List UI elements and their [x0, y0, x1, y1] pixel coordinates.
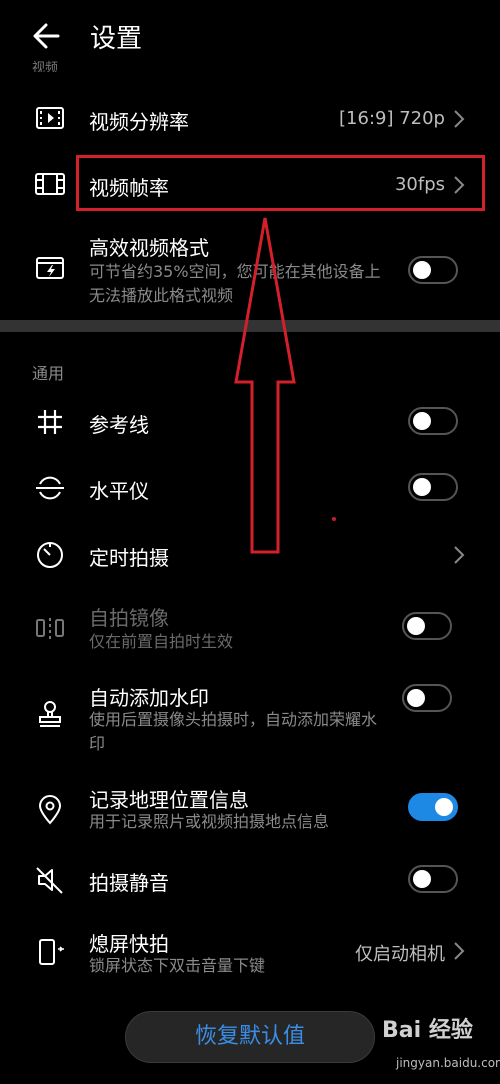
baidu-logo-icon: Bai 经验 [382, 1018, 473, 1043]
selfie-mirror-label: 自拍镜像 [89, 606, 169, 630]
level-icon [32, 470, 68, 506]
location-description: 用于记录照片或视频拍摄地点信息 [89, 812, 330, 831]
stamp-icon [32, 696, 68, 732]
restore-defaults-button[interactable]: 恢复默认值 [125, 1011, 375, 1063]
mirror-icon [32, 610, 68, 646]
grid-icon [32, 404, 68, 440]
setting-row-video-resolution[interactable]: 视频分辨率 [16:9] 720p [0, 92, 500, 144]
location-label: 记录地理位置信息 [89, 788, 249, 812]
video-resolution-label: 视频分辨率 [89, 110, 189, 134]
chevron-right-icon [453, 545, 465, 565]
level-label: 水平仪 [89, 479, 149, 503]
setting-row-ultra-snapshot[interactable]: 熄屏快拍 锁屏状态下双击音量下键 仅启动相机 [0, 926, 500, 986]
watermark-url: jingyan.baidu.com [396, 1056, 500, 1070]
setting-row-selfie-mirror: 自拍镜像 仅在前置自拍时生效 [0, 598, 500, 658]
efficient-format-icon [32, 250, 68, 286]
timer-icon [32, 536, 68, 572]
phone-snapshot-icon [32, 934, 68, 970]
ultra-snapshot-description: 锁屏状态下双击音量下键 [89, 956, 266, 975]
setting-row-shutter-mute: 拍摄静音 [0, 854, 500, 906]
setting-row-auto-watermark: 自动添加水印 使用后置摄像头拍摄时，自动添加荣耀水印 [0, 680, 500, 760]
section-header-video: 视频 [32, 61, 59, 72]
baidu-jingyan-watermark: Bai 经验 jingyan.baidu.com [382, 1012, 500, 1084]
header-bar: 设置 视频 [0, 0, 500, 72]
selfie-mirror-description: 仅在前置自拍时生效 [89, 632, 234, 651]
chevron-right-icon [453, 109, 465, 129]
selfie-mirror-toggle[interactable] [402, 612, 452, 640]
video-framerate-icon [32, 166, 68, 202]
annotation-dot [332, 517, 336, 521]
ultra-snapshot-value: 仅启动相机 [355, 944, 445, 965]
efficient-format-toggle[interactable] [408, 256, 458, 284]
timer-label: 定时拍摄 [89, 546, 169, 570]
annotation-up-arrow-icon [234, 217, 296, 554]
location-toggle[interactable] [408, 793, 458, 821]
setting-row-location: 记录地理位置信息 用于记录照片或视频拍摄地点信息 [0, 782, 500, 842]
mute-icon [32, 862, 68, 898]
video-resolution-value: [16:9] 720p [339, 108, 445, 129]
auto-watermark-toggle[interactable] [402, 684, 452, 712]
section-header-general: 通用 [32, 364, 65, 383]
back-arrow-icon[interactable] [28, 16, 68, 56]
shutter-mute-toggle[interactable] [408, 865, 458, 893]
level-toggle[interactable] [408, 473, 458, 501]
shutter-mute-label: 拍摄静音 [89, 871, 169, 895]
gridlines-label: 参考线 [89, 413, 149, 437]
auto-watermark-description: 使用后置摄像头拍摄时，自动添加荣耀水印 [89, 710, 378, 753]
video-resolution-icon [32, 100, 68, 136]
page-title: 设置 [90, 24, 143, 54]
ultra-snapshot-label: 熄屏快拍 [89, 932, 169, 956]
annotation-highlight-box [76, 155, 485, 211]
auto-watermark-label: 自动添加水印 [89, 686, 209, 710]
efficient-format-label: 高效视频格式 [89, 236, 209, 260]
chevron-right-icon [453, 941, 465, 961]
location-pin-icon [32, 792, 68, 828]
restore-defaults-label: 恢复默认值 [194, 1024, 305, 1049]
gridlines-toggle[interactable] [408, 407, 458, 435]
